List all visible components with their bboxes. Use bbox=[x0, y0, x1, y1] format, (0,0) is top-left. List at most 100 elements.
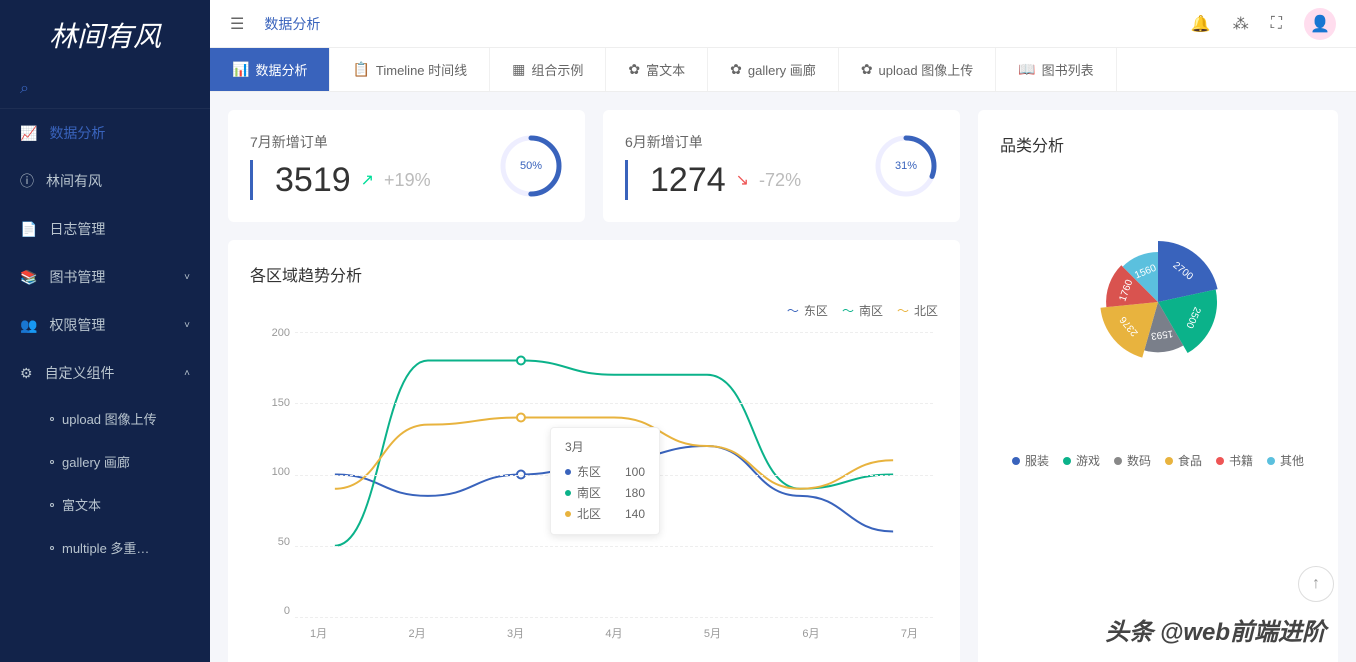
pie-legend-item[interactable]: 游戏 bbox=[1063, 452, 1100, 469]
legend-label: 食品 bbox=[1178, 452, 1202, 469]
y-tick: 100 bbox=[250, 466, 290, 478]
x-tick: 1月 bbox=[310, 625, 327, 647]
x-tick: 6月 bbox=[802, 625, 819, 647]
legend-dot bbox=[1216, 457, 1224, 465]
tooltip-row: 北区 140 bbox=[565, 503, 645, 524]
legend-label: 游戏 bbox=[1076, 452, 1100, 469]
tab-label: gallery 画廊 bbox=[748, 60, 816, 79]
tab-label: Timeline 时间线 bbox=[376, 60, 467, 79]
tooltip-row: 南区180 bbox=[565, 482, 645, 503]
sidebar-item-4[interactable]: 👥 权限管理 ˅ bbox=[0, 301, 210, 349]
stat-left: 7月新增订单 3519 ↗ +19% bbox=[250, 132, 431, 200]
y-tick: 50 bbox=[250, 536, 290, 548]
tab-icon: ✿ bbox=[730, 61, 742, 78]
stat-change: -72% bbox=[759, 170, 801, 191]
sidebar-item-1[interactable]: ⓘ林间有风 bbox=[0, 157, 210, 205]
tooltip-value: 100 bbox=[625, 465, 645, 479]
tooltip-name: 南区 bbox=[577, 484, 601, 501]
pie-legend-item[interactable]: 服装 bbox=[1012, 452, 1049, 469]
collapse-icon[interactable]: ☰ bbox=[230, 14, 244, 34]
sidebar-item-0[interactable]: 📈 数据分析 bbox=[0, 109, 210, 157]
tooltip-title: 3月 bbox=[565, 438, 645, 455]
pie-title: 品类分析 bbox=[1000, 132, 1316, 156]
tab-4[interactable]: ✿ gallery 画廊 bbox=[708, 48, 839, 91]
tab-label: 数据分析 bbox=[255, 60, 307, 79]
sidebar-sub-2[interactable]: 富文本 bbox=[0, 483, 210, 526]
tab-bar: 📊 数据分析 📋 Timeline 时间线 ▦组合示例✿富文本 ✿ gallery 画廊 ✿ u… bbox=[210, 48, 1356, 92]
tab-3[interactable]: ✿富文本 bbox=[606, 48, 708, 91]
arrow-up-icon: ↗ bbox=[361, 170, 374, 190]
stat-value: 1274 bbox=[650, 161, 726, 200]
legend-dot bbox=[1063, 457, 1071, 465]
chart-icon: 📈 bbox=[20, 125, 37, 142]
tooltip-value: 140 bbox=[625, 507, 645, 521]
sidebar-sub-3[interactable]: multiple 多重… bbox=[0, 526, 210, 569]
top-bar: ☰ 数据分析 🔔 ⁂ ⛶ 👤 bbox=[210, 0, 1356, 48]
stat-card-june: 6月新增订单 1274 ↘ -72% 31% bbox=[603, 110, 960, 222]
nav-label: 权限管理 bbox=[49, 315, 105, 335]
pie-legend-item[interactable]: 数码 bbox=[1114, 452, 1151, 469]
x-tick: 3月 bbox=[507, 625, 524, 647]
tab-icon: 📋 bbox=[352, 61, 369, 78]
sidebar-item-5[interactable]: ⚙自定义组件˄ bbox=[0, 349, 210, 397]
tab-label: upload 图像上传 bbox=[879, 60, 974, 79]
pie-chart: 270025001593237617601560 bbox=[1000, 172, 1316, 432]
tab-label: 图书列表 bbox=[1042, 60, 1094, 79]
legend-line: 〜 bbox=[897, 302, 909, 319]
content: 7月新增订单 3519 ↗ +19% 50% 6月新增订单 1274 ↘ -72… bbox=[210, 92, 1356, 662]
trend-legend: 〜东区〜南区〜北区 bbox=[250, 302, 938, 319]
nav-label: 图书管理 bbox=[49, 267, 105, 287]
chevron-down-icon: ˅ bbox=[184, 320, 190, 331]
book-icon: 📚 bbox=[20, 269, 37, 286]
doc-icon: 📄 bbox=[20, 221, 37, 238]
sidebar-sub-1[interactable]: gallery 画廊 bbox=[0, 440, 210, 483]
sidebar-sub-0[interactable]: upload 图像上传 bbox=[0, 397, 210, 440]
stat-value: 3519 bbox=[275, 161, 351, 200]
y-tick: 0 bbox=[250, 605, 290, 617]
stat-bar bbox=[250, 160, 253, 200]
sub-label: multiple 多重… bbox=[62, 538, 149, 557]
sidebar-item-2[interactable]: 📄日志管理 bbox=[0, 205, 210, 253]
legend-dot bbox=[1114, 457, 1122, 465]
tooltip-row: 东区100 bbox=[565, 461, 645, 482]
bell-icon[interactable]: 🔔 bbox=[1191, 14, 1211, 34]
legend-label: 南区 bbox=[859, 302, 883, 319]
chart-tooltip: 3月 东区100南区180 北区 140 bbox=[550, 427, 660, 535]
fullscreen-icon[interactable]: ⛶ bbox=[1271, 15, 1282, 33]
chevron-up-icon: ˄ bbox=[184, 368, 190, 379]
tab-icon: 📊 bbox=[232, 61, 249, 78]
stat-left: 6月新增订单 1274 ↘ -72% bbox=[625, 132, 801, 200]
pie-card: 品类分析 270025001593237617601560 服装 游戏 数码 食品书籍… bbox=[978, 110, 1338, 662]
sub-label: 富文本 bbox=[62, 495, 101, 514]
legend-item[interactable]: 〜东区 bbox=[787, 302, 828, 319]
info-icon: ⓘ bbox=[20, 171, 34, 191]
x-axis: 1月2月3月4月5月6月7月 bbox=[290, 617, 938, 647]
magic-icon[interactable]: ⁂ bbox=[1233, 14, 1249, 34]
sidebar-item-3[interactable]: 📚图书管理˅ bbox=[0, 253, 210, 301]
nav-label: 数据分析 bbox=[49, 123, 105, 143]
search-box[interactable]: ⌕ bbox=[0, 70, 210, 109]
tab-1[interactable]: 📋 Timeline 时间线 bbox=[330, 48, 490, 91]
legend-item[interactable]: 〜南区 bbox=[842, 302, 883, 319]
x-tick: 5月 bbox=[704, 625, 721, 647]
tab-5[interactable]: ✿ upload 图像上传 bbox=[839, 48, 996, 91]
avatar[interactable]: 👤 bbox=[1304, 8, 1336, 40]
tab-2[interactable]: ▦组合示例 bbox=[490, 48, 606, 91]
tab-6[interactable]: 📖图书列表 bbox=[996, 48, 1116, 91]
pie-legend-item[interactable]: 其他 bbox=[1267, 452, 1304, 469]
legend-dot bbox=[1012, 457, 1020, 465]
user-icon: 👥 bbox=[20, 317, 37, 334]
tab-0[interactable]: 📊 数据分析 bbox=[210, 48, 330, 91]
breadcrumb[interactable]: 数据分析 bbox=[264, 14, 320, 34]
scroll-top-button[interactable]: ↑ bbox=[1298, 566, 1334, 602]
legend-label: 数码 bbox=[1127, 452, 1151, 469]
tab-icon: ▦ bbox=[512, 61, 525, 78]
trend-chart: 200150100500 1月2月3月4月5月6月7月 3月 东区100南区18… bbox=[250, 327, 938, 647]
ring-text: 50% bbox=[520, 160, 542, 172]
tab-icon: ✿ bbox=[861, 61, 873, 78]
tooltip-name: 北区 bbox=[577, 505, 601, 522]
pie-legend-item[interactable]: 食品 bbox=[1165, 452, 1202, 469]
legend-item[interactable]: 〜北区 bbox=[897, 302, 938, 319]
pie-legend-item[interactable]: 书籍 bbox=[1216, 452, 1253, 469]
tooltip-dot bbox=[565, 511, 571, 517]
